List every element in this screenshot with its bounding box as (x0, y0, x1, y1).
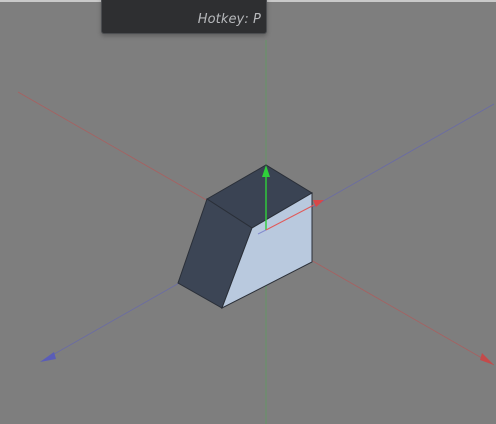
x-axis-arrowhead (480, 353, 494, 365)
wedge-object[interactable] (177, 164, 313, 310)
tooltip: Hotkey: P (101, 0, 267, 34)
z-axis-arrowhead (40, 352, 56, 362)
3d-viewport[interactable] (0, 0, 496, 424)
tooltip-hotkey: Hotkey: P (197, 12, 261, 27)
